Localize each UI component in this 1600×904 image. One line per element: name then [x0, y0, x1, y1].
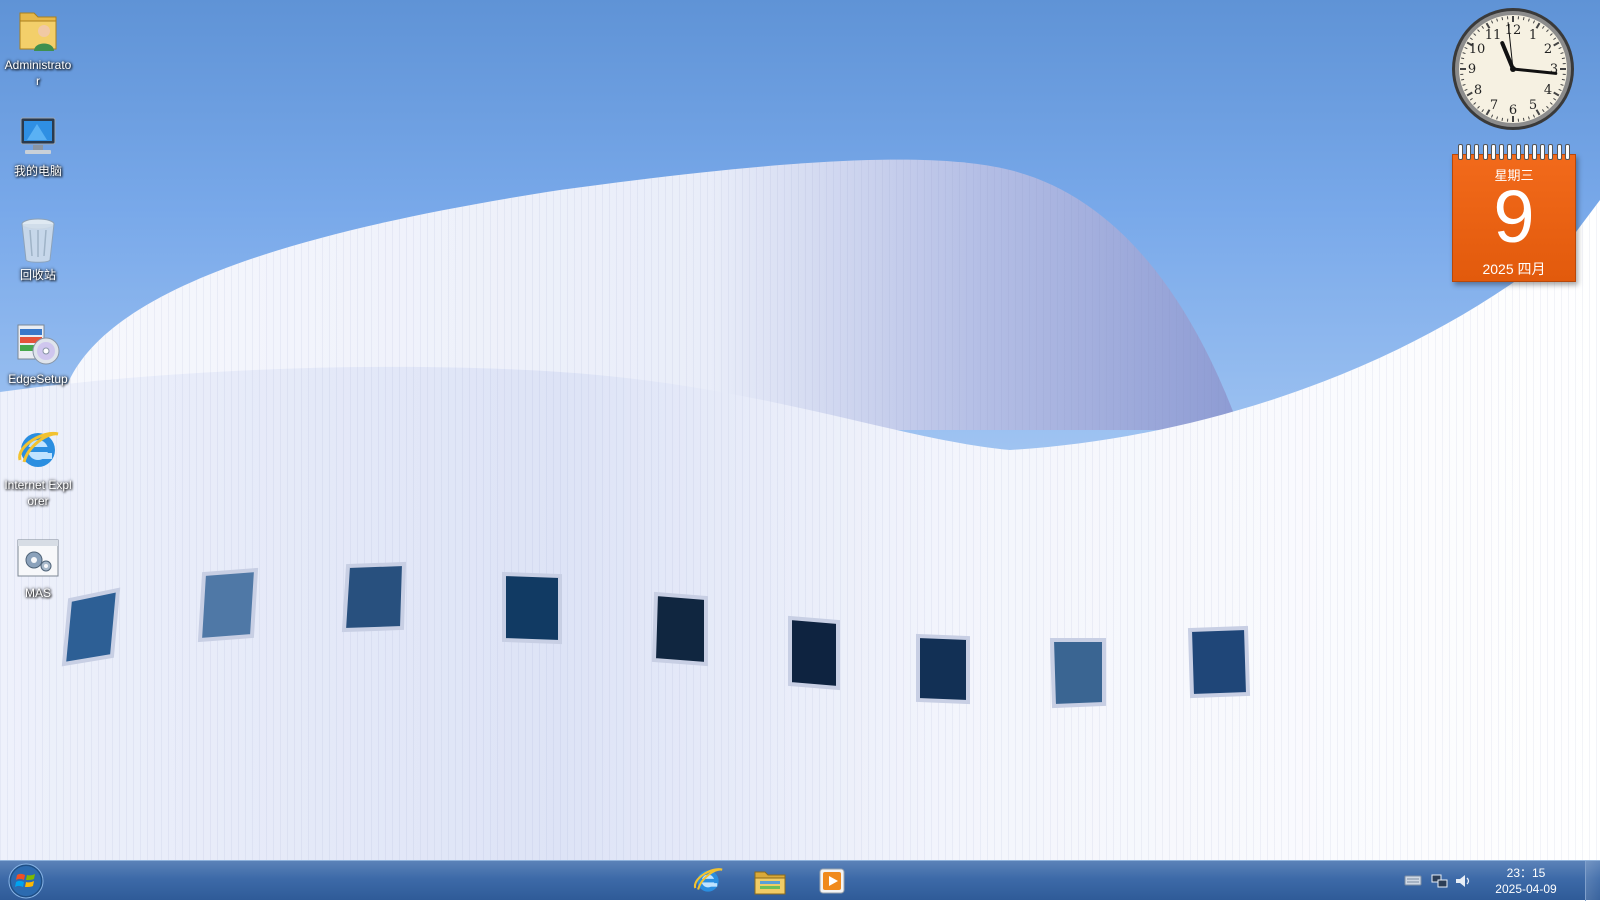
- volume-icon[interactable]: [1454, 873, 1472, 889]
- desktop-icon-internet-explorer[interactable]: Internet Explorer: [2, 426, 74, 509]
- svg-text:4: 4: [1544, 83, 1552, 98]
- svg-text:9: 9: [1468, 62, 1476, 77]
- taskbar-clock[interactable]: 23：15 2025-04-09: [1478, 865, 1574, 897]
- desktop-icon-label: MAS: [25, 585, 51, 601]
- recycle-bin-icon: [14, 216, 62, 264]
- internet-explorer-icon: [14, 426, 62, 474]
- calendar-rings: [1458, 144, 1570, 160]
- desktop[interactable]: Administrator 我的电脑 回收站: [0, 0, 1600, 860]
- svg-text:6: 6: [1509, 103, 1517, 118]
- svg-text:8: 8: [1474, 83, 1482, 98]
- desktop-icon-my-computer[interactable]: 我的电脑: [2, 112, 74, 179]
- desktop-icon-administrator[interactable]: Administrator: [2, 6, 74, 89]
- network-icon[interactable]: [1430, 873, 1448, 889]
- desktop-icon-label: Administrator: [3, 57, 73, 89]
- svg-text:1: 1: [1529, 28, 1537, 43]
- calendar-gadget[interactable]: 星期三 9 2025 四月: [1452, 144, 1576, 282]
- clock-tick: [1461, 58, 1464, 59]
- clock-tick: [1523, 17, 1524, 20]
- calendar-month-year: 2025 四月: [1453, 259, 1575, 279]
- taskbar-button-media-player[interactable]: [804, 862, 860, 899]
- installer-icon: [14, 320, 62, 368]
- desktop-icon-edgesetup[interactable]: EdgeSetup: [2, 320, 74, 387]
- clock-tick: [1502, 118, 1503, 121]
- svg-text:12: 12: [1505, 23, 1522, 38]
- desktop-icon-recycle-bin[interactable]: 回收站: [2, 216, 74, 283]
- user-folder-icon: [14, 6, 62, 54]
- clock-tick: [1523, 118, 1524, 121]
- clock-tick: [1502, 17, 1503, 20]
- svg-text:10: 10: [1469, 42, 1486, 57]
- clock-tick: [1562, 58, 1565, 59]
- system-tray: 23：15 2025-04-09: [1390, 861, 1600, 901]
- windows-logo-icon: [6, 863, 46, 899]
- desktop-icon-label: 我的电脑: [14, 163, 62, 179]
- svg-text:5: 5: [1529, 98, 1537, 113]
- desktop-icon-label: Internet Explorer: [3, 477, 73, 509]
- settings-script-icon: [14, 534, 62, 582]
- svg-text:2: 2: [1544, 42, 1552, 57]
- svg-text:7: 7: [1490, 98, 1498, 113]
- wallpaper: [0, 0, 1600, 860]
- clock-gadget[interactable]: 12 1 2 3 4 5 6 7 8 9 10 11: [1450, 6, 1576, 132]
- show-desktop-button[interactable]: [1585, 861, 1600, 901]
- taskbar-date: 2025-04-09: [1478, 881, 1574, 897]
- taskbar-button-internet-explorer[interactable]: [680, 862, 736, 899]
- clock-tick: [1461, 79, 1464, 80]
- taskbar-button-file-explorer[interactable]: [742, 862, 798, 899]
- svg-text:11: 11: [1485, 28, 1502, 43]
- desktop-icon-mas[interactable]: MAS: [2, 534, 74, 601]
- desktop-icon-label: 回收站: [20, 267, 56, 283]
- taskbar-time: 23：15: [1478, 865, 1574, 881]
- internet-explorer-icon: [691, 864, 725, 898]
- taskbar: 23：15 2025-04-09: [0, 860, 1600, 900]
- media-player-icon: [817, 866, 847, 896]
- desktop-icon-label: EdgeSetup: [8, 371, 67, 387]
- start-button[interactable]: [6, 863, 46, 899]
- svg-text:3: 3: [1550, 62, 1558, 77]
- clock-tick: [1562, 79, 1565, 80]
- computer-icon: [14, 112, 62, 160]
- calendar-day: 9: [1453, 177, 1575, 257]
- keyboard-icon[interactable]: [1404, 873, 1422, 889]
- file-explorer-icon: [753, 866, 787, 896]
